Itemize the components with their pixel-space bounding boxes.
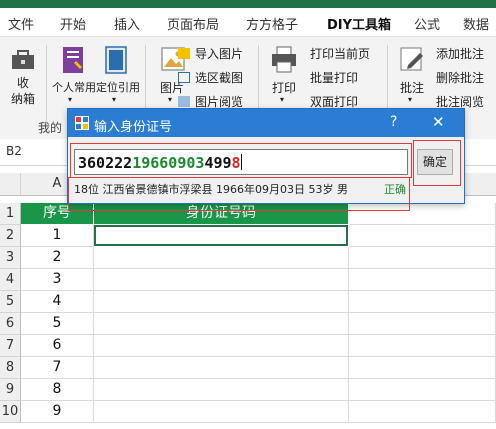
- close-icon[interactable]: ✕: [432, 113, 445, 131]
- row-header[interactable]: 2: [0, 225, 21, 247]
- row-header[interactable]: 9: [0, 379, 21, 401]
- locate-reference-button[interactable]: 定位引用 ▾: [96, 45, 140, 109]
- worksheet-grid: A 1 2 3 4 5 6 7 8 9 10 序号 身份证号码 1 2 3 4 …: [0, 173, 496, 429]
- group-label-mine: 我的: [38, 121, 63, 135]
- id-cell[interactable]: [94, 313, 349, 335]
- dialog-title-bar[interactable]: 输入身份证号 ? ✕: [68, 109, 464, 137]
- empty-cell[interactable]: [349, 313, 496, 335]
- select-all-corner[interactable]: [0, 173, 21, 196]
- browse-images-label: 图片阅览: [195, 95, 244, 109]
- empty-cell[interactable]: [349, 225, 496, 247]
- dialog-title: 输入身份证号: [94, 120, 173, 135]
- chevron-down-icon: ▾: [408, 95, 413, 104]
- crop-selection-label: 选区截图: [195, 71, 244, 85]
- selected-cell-b2[interactable]: [94, 225, 348, 246]
- window-title-strip: [0, 0, 496, 8]
- tab-page-layout[interactable]: 页面布局: [167, 14, 219, 33]
- print-button[interactable]: 打印 ▾: [266, 45, 302, 109]
- id-cell[interactable]: [94, 379, 349, 401]
- crop-icon: [178, 72, 190, 83]
- row-header[interactable]: 6: [0, 313, 21, 335]
- comment-button[interactable]: 批注 ▾: [394, 45, 430, 109]
- chevron-down-icon: ▾: [68, 95, 73, 104]
- separator: [46, 45, 47, 127]
- notebook-icon: [63, 47, 83, 73]
- number-cell[interactable]: 3: [21, 269, 94, 291]
- row-header[interactable]: 1: [0, 203, 21, 225]
- printer-icon: [272, 46, 296, 73]
- chevron-down-icon: ▾: [112, 95, 117, 104]
- number-cell[interactable]: 1: [21, 225, 94, 247]
- delete-comment-label: 删除批注: [436, 71, 485, 85]
- name-box[interactable]: B2: [6, 144, 22, 158]
- empty-cell[interactable]: [349, 269, 496, 291]
- document-icon: [105, 46, 127, 74]
- tab-formulas[interactable]: 公式: [414, 14, 440, 33]
- row-header[interactable]: 7: [0, 335, 21, 357]
- app-icon: [75, 116, 89, 130]
- row-header[interactable]: 4: [0, 269, 21, 291]
- empty-cell[interactable]: [349, 401, 496, 423]
- add-comment-button[interactable]: 添加批注: [436, 45, 484, 62]
- id-cell[interactable]: [94, 357, 349, 379]
- tab-data[interactable]: 数据: [463, 14, 489, 33]
- number-cell[interactable]: 7: [21, 357, 94, 379]
- highlight-box-info: [68, 177, 410, 211]
- id-cell[interactable]: [94, 291, 349, 313]
- gallery-icon: [178, 96, 190, 107]
- locate-reference-label: 定位引用: [96, 81, 140, 94]
- id-cell[interactable]: [94, 247, 349, 269]
- duplex-print-label: 双面打印: [310, 95, 359, 109]
- chevron-down-icon: ▾: [168, 95, 173, 104]
- import-image-label: 导入图片: [195, 47, 244, 61]
- tab-file[interactable]: 文件: [8, 14, 34, 33]
- row-header[interactable]: 3: [0, 247, 21, 269]
- row-header[interactable]: 5: [0, 291, 21, 313]
- crop-selection-button[interactable]: 选区截图: [178, 69, 243, 86]
- chevron-down-icon: ▾: [280, 95, 285, 104]
- delete-comment-button[interactable]: 删除批注: [436, 69, 484, 86]
- batch-print-label: 批量打印: [310, 71, 359, 85]
- tab-insert[interactable]: 插入: [114, 14, 140, 33]
- comment-label: 批注: [399, 81, 424, 95]
- print-current-page-label: 打印当前页: [310, 47, 371, 61]
- empty-cell[interactable]: [349, 379, 496, 401]
- browse-comments-label: 批注阅览: [436, 95, 485, 109]
- toolbox-icon: [12, 50, 34, 69]
- help-button[interactable]: ?: [390, 114, 397, 130]
- tab-home[interactable]: 开始: [60, 14, 86, 33]
- folder-icon: [178, 48, 190, 59]
- number-cell[interactable]: 8: [21, 379, 94, 401]
- number-cell[interactable]: 2: [21, 247, 94, 269]
- row-header[interactable]: 10: [0, 401, 21, 423]
- id-cell[interactable]: [94, 269, 349, 291]
- number-cell[interactable]: 4: [21, 291, 94, 313]
- collect-box-label: 收 纳箱: [10, 76, 35, 106]
- tab-diy-toolbox[interactable]: DIY工具箱: [327, 14, 391, 33]
- personal-favorites-button[interactable]: 个人常用 ▾: [52, 45, 96, 109]
- batch-print-button[interactable]: 批量打印: [310, 69, 358, 86]
- highlight-box-confirm: [413, 140, 461, 186]
- empty-cell[interactable]: [349, 291, 496, 313]
- empty-cell[interactable]: [349, 335, 496, 357]
- tab-ffgz[interactable]: 方方格子: [246, 14, 298, 33]
- id-cell[interactable]: [94, 401, 349, 423]
- empty-cell[interactable]: [349, 247, 496, 269]
- number-cell[interactable]: 5: [21, 313, 94, 335]
- comment-edit-icon: [400, 47, 423, 71]
- number-cell[interactable]: 6: [21, 335, 94, 357]
- personal-favorites-label: 个人常用: [52, 81, 96, 94]
- row-header[interactable]: 8: [0, 357, 21, 379]
- number-cell[interactable]: 9: [21, 401, 94, 423]
- ribbon-tab-bar: 文件 开始 插入 页面布局 方方格子 DIY工具箱 公式 数据: [0, 8, 496, 43]
- add-comment-label: 添加批注: [436, 47, 485, 61]
- print-label: 打印: [271, 81, 296, 95]
- print-current-page-button[interactable]: 打印当前页: [310, 45, 370, 62]
- highlight-box-input: [70, 143, 412, 178]
- collect-box-button[interactable]: 收 纳箱: [6, 45, 40, 109]
- empty-cell[interactable]: [349, 357, 496, 379]
- id-cell[interactable]: [94, 335, 349, 357]
- import-image-button[interactable]: 导入图片: [178, 45, 243, 62]
